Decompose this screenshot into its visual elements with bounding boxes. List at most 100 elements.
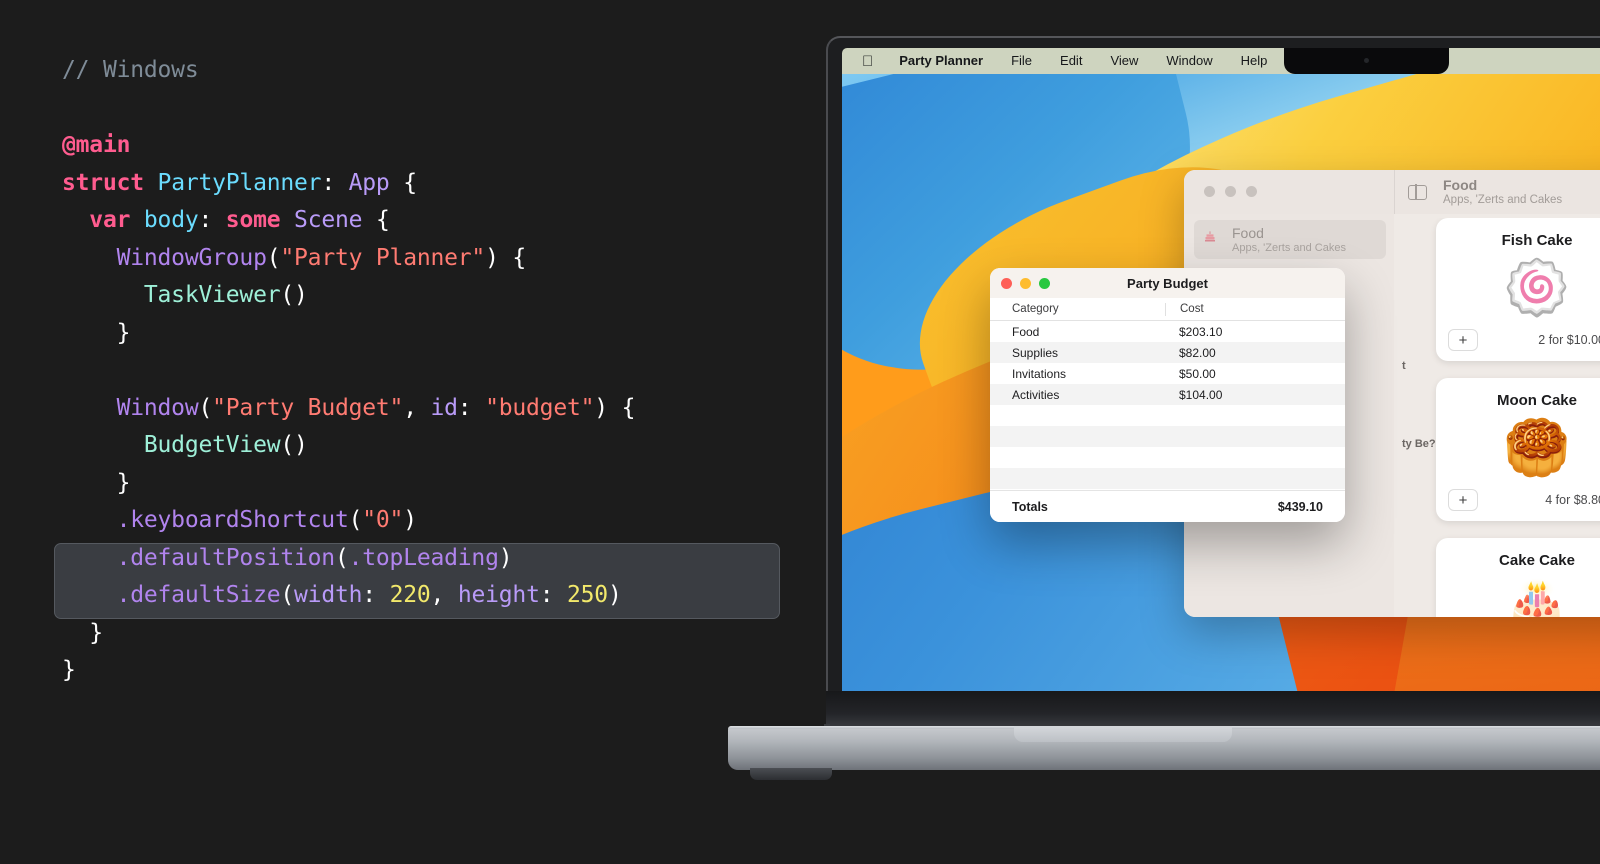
party-budget-window[interactable]: Party Budget Category Cost Food $203.10 — [990, 268, 1345, 522]
table-row-empty[interactable] — [990, 405, 1345, 426]
code-line-comment: // Windows — [62, 52, 820, 90]
minimize-button-inactive[interactable] — [1225, 186, 1236, 197]
token-type-partyplanner: PartyPlanner — [157, 169, 322, 196]
column-header-category[interactable]: Category — [990, 303, 1165, 315]
detail-title: Food — [1443, 176, 1478, 193]
code-line-blank2 — [62, 352, 820, 390]
code-line-close2: } — [62, 469, 131, 496]
table-row-empty[interactable] — [990, 426, 1345, 447]
macos-menubar:  Party Planner File Edit View Window He… — [842, 48, 1600, 74]
code-line-close3: } — [62, 619, 103, 646]
token-str-zero: "0" — [362, 507, 404, 533]
code-line-close4: } — [62, 657, 76, 683]
cell-category: Invitations — [1012, 366, 1067, 381]
card-price: 2 for $10.00 — [1538, 333, 1600, 347]
detail-header-toolbar: Food Apps, 'Zerts and Cakes $ — [1394, 170, 1600, 214]
cell-category: Food — [1012, 324, 1040, 339]
macbook-notch — [1284, 48, 1449, 74]
sidebar-item-food-sub: Apps, 'Zerts and Cakes — [1232, 242, 1346, 254]
token-at-main: @main — [62, 132, 131, 158]
table-row[interactable]: Invitations $50.00 — [990, 363, 1345, 384]
token-topleading: .topLeading — [348, 544, 499, 571]
table-row[interactable]: Supplies $82.00 — [990, 342, 1345, 363]
menu-item-file[interactable]: File — [997, 48, 1046, 74]
table-row-empty[interactable] — [990, 447, 1345, 468]
card-cake-cake[interactable]: Cake Cake 🎂 — [1436, 538, 1600, 617]
cell-cost: $203.10 — [1179, 324, 1223, 339]
moon-cake-icon: 🥮 — [1503, 418, 1571, 478]
cake-icon — [1202, 227, 1218, 243]
sidebar-toggle-icon[interactable] — [1408, 183, 1427, 201]
cell-category: Supplies — [1012, 345, 1059, 360]
code-line-at-main: @main — [62, 127, 820, 165]
sidebar-item-food[interactable]: Food Apps, 'Zerts and Cakes — [1194, 220, 1386, 259]
card-title: Fish Cake — [1501, 232, 1573, 249]
card-title: Moon Cake — [1496, 392, 1577, 409]
code-line-var-body: var body: some Scene { — [89, 207, 390, 233]
column-header-cost[interactable]: Cost — [1165, 302, 1204, 316]
code-line-taskviewer: TaskViewer() — [143, 282, 308, 308]
token-str-budget: "budget" — [485, 394, 595, 421]
camera-icon — [1364, 58, 1369, 63]
minimize-button[interactable] — [1020, 278, 1031, 289]
menu-item-app-name[interactable]: Party Planner — [885, 48, 997, 74]
add-button[interactable]: + — [1448, 329, 1478, 351]
token-body: body — [143, 207, 199, 233]
screen:  Party Planner File Edit View Window He… — [842, 48, 1600, 718]
code-line-defaultposition: .defaultPosition(.topLeading) — [116, 544, 513, 571]
token-windowgroup: WindowGroup — [116, 244, 267, 271]
budget-table-body: Food $203.10 Supplies $82.00 Invitations… — [990, 321, 1345, 490]
totals-label: Totals — [1012, 499, 1048, 514]
budget-table-header: Category Cost — [990, 298, 1345, 321]
close-button[interactable] — [1001, 278, 1012, 289]
budget-totals-footer: Totals $439.10 — [990, 490, 1345, 522]
code-line-budgetview: BudgetView() — [143, 432, 308, 458]
maximize-button[interactable] — [1039, 278, 1050, 289]
laptop-base — [728, 726, 1600, 770]
macbook-mockup:  Party Planner File Edit View Window He… — [728, 36, 1600, 826]
add-button[interactable]: + — [1448, 489, 1478, 511]
card-footer: + 2 for $10.00 ▲▼ — [1448, 329, 1600, 351]
token-budgetview: BudgetView — [143, 432, 281, 458]
card-moon-cake[interactable]: Moon Cake 🥮 + 4 for $8.80 ▲▼ — [1436, 378, 1600, 521]
token-defaultsize: .defaultSize — [116, 582, 281, 608]
menu-item-window[interactable]: Window — [1152, 48, 1226, 74]
laptop-base-notch — [1014, 726, 1232, 742]
cell-cost: $50.00 — [1179, 366, 1216, 381]
price-group: 4 for $8.80 ▲▼ — [1545, 489, 1600, 511]
totals-value: $439.10 — [1277, 499, 1323, 514]
code-line-struct: struct PartyPlanner: App { — [62, 169, 417, 196]
card-price: 4 for $8.80 — [1545, 493, 1600, 507]
token-taskviewer: TaskViewer — [143, 282, 281, 308]
food-cards-list: Fish Cake 🍥 + 2 for $10.00 ▲▼ — [1420, 218, 1600, 617]
token-label-id: id — [430, 394, 458, 421]
laptop-screen-bezel:  Party Planner File Edit View Window He… — [842, 48, 1600, 718]
menu-item-view[interactable]: View — [1096, 48, 1152, 74]
menu-item-help[interactable]: Help — [1227, 48, 1282, 74]
card-footer: + 4 for $8.80 ▲▼ — [1448, 489, 1600, 511]
token-keyboardshortcut: .keyboardShortcut — [116, 507, 349, 533]
sidebar-item-food-title: Food — [1232, 225, 1264, 241]
cell-category: Activities — [1012, 387, 1060, 402]
token-num-220: 220 — [389, 582, 431, 608]
close-button-inactive[interactable] — [1204, 186, 1215, 197]
token-some: some — [225, 207, 281, 233]
token-str-partyplanner: "Party Planner" — [280, 244, 486, 271]
token-var: var — [89, 207, 131, 233]
fish-cake-icon: 🍥 — [1503, 258, 1571, 318]
detail-header-text: Food Apps, 'Zerts and Cakes — [1443, 177, 1600, 207]
lid-bottom-bezel — [826, 691, 1600, 728]
card-fish-cake[interactable]: Fish Cake 🍥 + 2 for $10.00 ▲▼ — [1436, 218, 1600, 361]
menu-item-edit[interactable]: Edit — [1046, 48, 1096, 74]
table-row[interactable]: Food $203.10 — [990, 321, 1345, 342]
code-comment: // Windows — [62, 57, 199, 83]
laptop-foot — [750, 768, 832, 780]
token-scene: Scene — [294, 207, 363, 233]
maximize-button-inactive[interactable] — [1246, 186, 1257, 197]
token-str-partybudget: "Party Budget" — [212, 394, 404, 421]
table-row[interactable]: Activities $104.00 — [990, 384, 1345, 405]
code-line-defaultsize: .defaultSize(width: 220, height: 250) — [116, 582, 622, 608]
table-row-empty[interactable] — [990, 468, 1345, 489]
apple-logo-icon[interactable]:  — [862, 53, 885, 70]
